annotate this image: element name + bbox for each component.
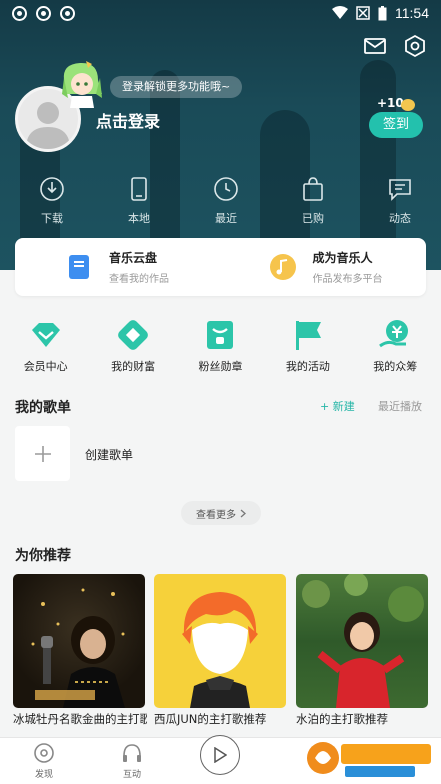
- quick-link-recent[interactable]: 最近: [185, 176, 267, 226]
- sign-in-button[interactable]: 签到: [369, 112, 423, 138]
- nav-label: 发现: [34, 770, 53, 780]
- feature-label: 会员中心: [23, 360, 68, 373]
- headphones-icon: [123, 744, 141, 762]
- nav-interact[interactable]: 互动: [112, 742, 152, 780]
- quick-link-purchased[interactable]: 已购: [272, 176, 354, 226]
- recommend-card-cover[interactable]: [296, 574, 428, 708]
- download-icon: [40, 177, 64, 201]
- quick-link-label: 动态: [389, 212, 411, 225]
- play-button[interactable]: [200, 735, 240, 775]
- notification-icon: [12, 5, 27, 21]
- my-playlists-heading: 我的歌单: [15, 400, 71, 416]
- nav-label: 互动: [122, 770, 141, 780]
- recommend-heading: 为你推荐: [15, 548, 71, 564]
- medal-icon: [207, 321, 234, 349]
- sign-bonus-text: +10: [377, 96, 404, 110]
- login-link[interactable]: 点击登录: [96, 108, 160, 132]
- create-playlist-label[interactable]: 创建歌单: [85, 446, 133, 463]
- new-playlist-button[interactable]: + 新建: [320, 398, 355, 414]
- signal-icon: [356, 6, 370, 20]
- mail-icon[interactable]: [363, 34, 387, 58]
- crowdfund-icon: [379, 320, 409, 348]
- chevron-right-icon: [240, 509, 246, 517]
- view-more-label: 查看更多: [196, 509, 236, 521]
- cloud-disk-icon: [69, 255, 89, 279]
- mascot-icon: [62, 61, 102, 108]
- coin-icon: [401, 99, 415, 111]
- musician-title: 成为音乐人: [312, 251, 373, 265]
- music-cloud-disk-entry[interactable]: 音乐云盘 查看我的作品: [15, 238, 223, 296]
- chat-icon: [389, 179, 411, 201]
- feature-my-activities[interactable]: 我的活动: [268, 318, 348, 374]
- create-playlist-button[interactable]: [15, 426, 70, 481]
- view-more-button[interactable]: 查看更多: [181, 501, 261, 525]
- feature-vip-center[interactable]: 会员中心: [6, 318, 86, 374]
- quick-links: 下载 本地 最近 已购 动态: [0, 176, 441, 226]
- quick-link-label: 最近: [215, 212, 237, 225]
- play-icon: [214, 747, 227, 763]
- recommend-card-caption[interactable]: 西瓜JUN的主打歌推荐: [154, 711, 288, 727]
- feature-label: 粉丝勋章: [198, 360, 243, 373]
- clock-icon: [214, 177, 238, 201]
- notification-icon: [60, 5, 75, 21]
- phone-icon: [131, 177, 147, 201]
- feature-row: 会员中心 我的财富 粉丝勋章 我的活动 我的众筹: [0, 318, 441, 374]
- cloud-disk-subtitle: 查看我的作品: [109, 274, 169, 285]
- feature-label: 我的众筹: [373, 360, 418, 373]
- battery-icon: [378, 5, 387, 20]
- feature-wealth[interactable]: 我的财富: [93, 318, 173, 374]
- cartoon-avatar-image: [182, 592, 258, 708]
- status-bar: 11:54: [0, 0, 441, 26]
- profile-header: 11:54 登录解锁更多功能哦~ 点击登录 +10 签到 下载 本地 最近 已购…: [0, 0, 441, 270]
- music-note-icon: [269, 254, 296, 280]
- bag-icon: [303, 177, 323, 201]
- quick-link-download[interactable]: 下载: [11, 176, 93, 226]
- plus-icon: [34, 445, 51, 462]
- nav-discover[interactable]: 发现: [24, 742, 64, 780]
- diamond-icon: [31, 323, 60, 347]
- watermark-logo-icon: [307, 742, 431, 777]
- notification-icon: [36, 5, 51, 21]
- login-tip-bubble[interactable]: 登录解锁更多功能哦~: [110, 76, 243, 98]
- feature-crowdfunding[interactable]: 我的众筹: [355, 318, 435, 374]
- wifi-icon: [332, 6, 348, 19]
- musician-subtitle: 作品发布多平台: [312, 274, 383, 285]
- quick-link-label: 本地: [128, 212, 150, 225]
- feature-label: 我的财富: [111, 360, 156, 373]
- quick-link-local[interactable]: 本地: [98, 176, 180, 226]
- become-musician-entry[interactable]: 成为音乐人 作品发布多平台: [223, 238, 427, 296]
- discover-icon: [34, 743, 54, 763]
- wealth-icon: [118, 320, 148, 350]
- music-cloud-card: 音乐云盘 查看我的作品 成为音乐人 作品发布多平台: [15, 238, 426, 296]
- settings-icon[interactable]: [403, 34, 427, 58]
- girl-photo-image: [302, 574, 424, 708]
- quick-link-label: 下载: [41, 212, 63, 225]
- recommend-card-cover[interactable]: [154, 574, 286, 708]
- feature-fan-medal[interactable]: 粉丝勋章: [180, 318, 260, 374]
- recommend-card-caption[interactable]: 水泊的主打歌推荐: [296, 711, 430, 727]
- quick-link-label: 已购: [302, 212, 324, 225]
- singer-portrait-image: [31, 588, 125, 708]
- recommend-card-caption[interactable]: 冰城牡丹名歌金曲的主打歌推荐: [13, 711, 147, 727]
- recent-play-button[interactable]: 最近播放: [378, 398, 422, 414]
- flag-icon: [295, 321, 321, 350]
- quick-link-feed[interactable]: 动态: [359, 176, 441, 226]
- clock-text: 11:54: [395, 5, 429, 21]
- cloud-disk-title: 音乐云盘: [109, 251, 158, 265]
- feature-label: 我的活动: [285, 360, 330, 373]
- recommend-card-cover[interactable]: [13, 574, 145, 708]
